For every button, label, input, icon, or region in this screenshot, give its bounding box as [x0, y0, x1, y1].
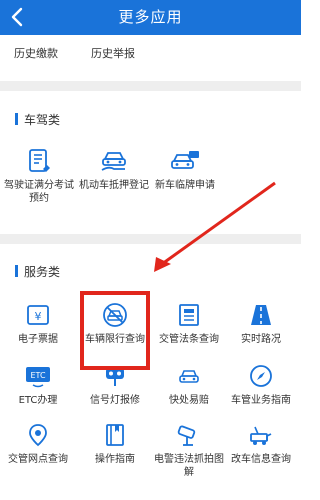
- annotation-arrow: [154, 181, 276, 272]
